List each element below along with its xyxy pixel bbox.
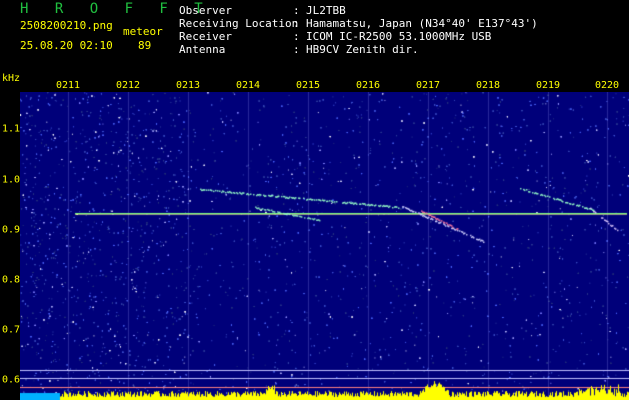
spectrogram-plot <box>20 92 629 400</box>
capture-datetime: 25.08.20 02:10 <box>20 39 113 52</box>
info-label-location: Receiving Location <box>179 17 299 30</box>
x-tick-0214: 0214 <box>235 80 261 91</box>
info-value-antenna: HB9CV Zenith dir. <box>306 43 419 56</box>
x-tick-0218: 0218 <box>475 80 501 91</box>
x-tick-0212: 0212 <box>115 80 141 91</box>
info-value-observer: JL2TBB <box>306 4 346 17</box>
info-label-antenna: Antenna <box>179 43 226 56</box>
y-tick-0-7: 0.7 <box>2 324 21 336</box>
y-tick-0-9: 0.9 <box>2 224 21 236</box>
y-axis-unit: kHz <box>2 73 21 84</box>
meteor-label: meteor <box>123 25 163 38</box>
info-values: JL2TBB Hamamatsu, Japan (N34°40' E137°43… <box>306 4 538 56</box>
x-tick-0219: 0219 <box>535 80 561 91</box>
info-value-receiver: ICOM IC-R2500 53.1000MHz USB <box>306 30 492 43</box>
y-tick-0-6: 0.6 <box>2 374 21 386</box>
x-tick-0215: 0215 <box>295 80 321 91</box>
x-tick-0217: 0217 <box>415 80 441 91</box>
y-tick-0-8: 0.8 <box>2 274 21 286</box>
x-tick-0211: 0211 <box>55 80 81 91</box>
meteor-count: 89 <box>138 39 152 52</box>
info-label-receiver: Receiver <box>179 30 232 43</box>
x-tick-0216: 0216 <box>355 80 381 91</box>
x-tick-0220: 0220 <box>594 80 620 91</box>
y-tick-1-0: 1.0 <box>2 174 21 186</box>
info-separators: :::: <box>293 4 300 56</box>
image-filename: 2508200210.png <box>20 19 113 32</box>
y-tick-1-1: 1.1 <box>2 123 21 135</box>
info-label-observer: Observer <box>179 4 232 17</box>
x-tick-0213: 0213 <box>175 80 201 91</box>
info-value-location: Hamamatsu, Japan (N34°40' E137°43') <box>306 17 538 30</box>
info-labels: Observer Receiving Location Receiver Ant… <box>179 4 298 56</box>
